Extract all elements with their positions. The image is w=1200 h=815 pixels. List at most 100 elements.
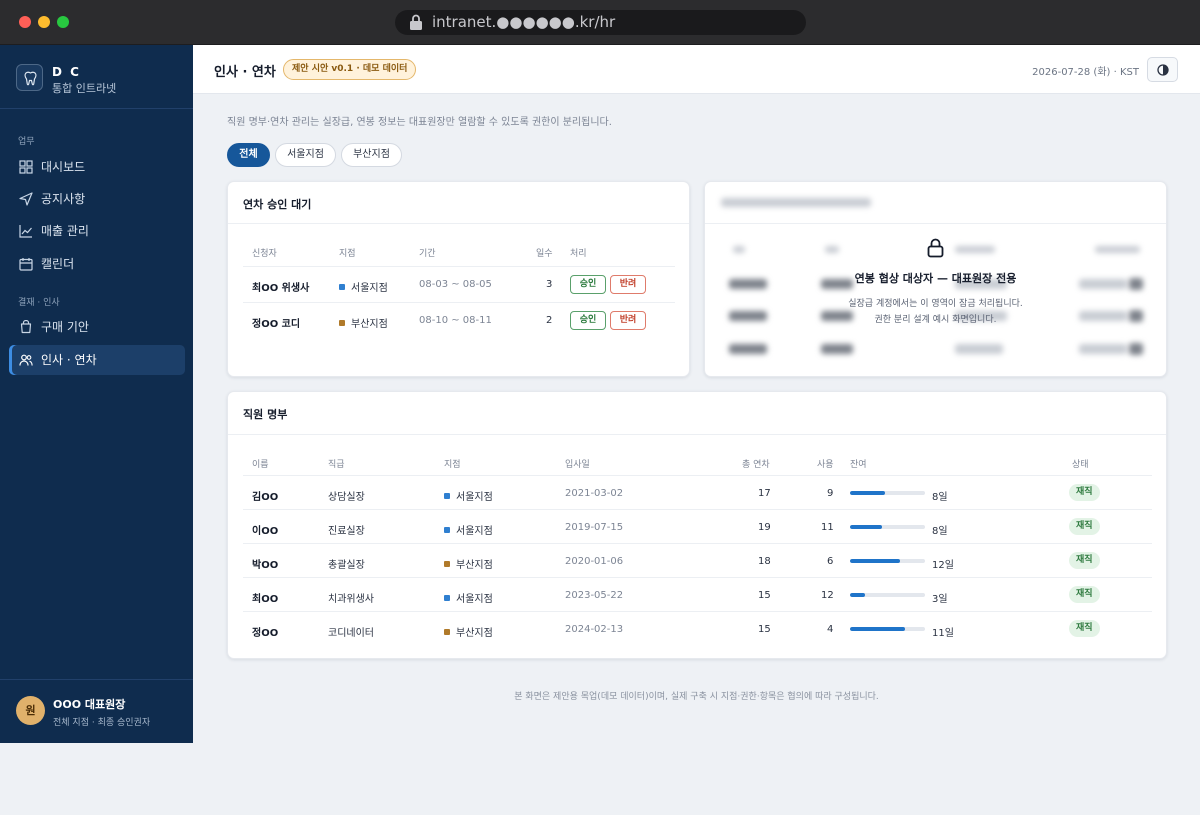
remaining-leave: 3일 [932,594,948,605]
branch-label: 서울지점 [456,526,493,537]
send-icon [19,192,33,206]
applicant-name: 최OO 위생사 [252,283,310,294]
branch-cell: 서울지점 [444,488,493,503]
users-icon [19,354,33,366]
user-name: OOO 대표원장 [53,698,126,711]
branch-label: 부산지점 [456,560,493,571]
column-header: 기간 [419,249,436,259]
lock-description-text: 권한 분리 설계 예시 화면입니다. [874,315,997,325]
sidebar-item-sales[interactable]: 매출 관리 [9,216,185,246]
lock-description: 권한 분리 설계 예시 화면입니다. [705,307,1166,326]
column-header: 입사일 [565,460,590,470]
brand-subtitle: 통합 인트라넷 [52,82,117,95]
staff-name: 이OO [252,526,279,537]
branch-marker [444,561,450,567]
branch-marker [339,320,345,326]
branch-label: 부산지점 [351,319,388,330]
status-badge: 재직 [1069,586,1100,603]
leave-approval-card: 연차 승인 대기 신청자 지점 기간 일수 처리 최OO 위생사 서울지점 08… [227,181,690,377]
used-leave: 6 [827,556,834,567]
lock-title-text: 연봉 협상 대상자 — 대표원장 전용 [854,272,1017,285]
section-label-approval-hr: 결재 · 인사 [18,298,60,308]
remaining-leave-bar [850,525,925,529]
approve-button[interactable]: 승인 [570,275,606,294]
calendar-icon [19,258,33,271]
cart-icon [20,320,32,334]
avatar[interactable]: 원 [16,696,45,725]
branch-label: 서울지점 [456,594,493,605]
blurred-cell [1079,344,1127,354]
hire-date: 2021-03-02 [565,488,624,499]
column-header: 총 연차 [742,460,770,470]
approve-button[interactable]: 승인 [570,311,606,330]
filter-busan[interactable]: 부산지점 [341,143,402,167]
remaining-leave: 8일 [932,492,948,503]
column-header: 처리 [570,249,587,259]
staff-name: 김OO [252,492,279,503]
total-leave: 19 [758,522,771,533]
card-title: 직원 명부 [243,408,288,421]
row-divider [243,509,1152,510]
branch-marker [444,493,450,499]
hire-date: 2023-05-22 [565,590,624,601]
contrast-icon [1157,64,1169,76]
total-leave: 18 [758,556,771,567]
remaining-leave-bar-fill [850,491,886,495]
status-badge: 재직 [1069,620,1100,637]
intro-text: 직원 명부·연차 관리는 실장급, 연봉 정보는 대표원장만 열람할 수 있도록… [227,117,612,128]
leave-period: 08-03 ~ 08-05 [419,279,492,290]
reject-button[interactable]: 반려 [610,311,646,330]
column-header: 일수 [536,249,553,259]
sidebar-item-purchase-draft[interactable]: 구매 기안 [9,312,185,342]
remaining-leave-bar-fill [850,525,882,529]
section-label-work: 업무 [18,137,35,147]
blurred-title [721,198,871,207]
minimize-window-button[interactable] [38,16,50,28]
remaining-leave-bar-fill [850,559,901,563]
branch-cell: 부산지점 [444,624,493,639]
tooth-logo-icon [16,64,43,91]
remaining-leave: 8일 [932,526,948,537]
column-header: 지점 [444,460,461,470]
sidebar-item-label: 캘린더 [41,257,75,271]
browser-window: intranet.●●●●●●.kr/hr D C 통합 인트라넷 업무 대시보… [0,0,1200,815]
row-divider [243,475,1152,476]
sidebar: D C 통합 인트라넷 업무 대시보드 공지사항 매출 관리 캘린더 결재 · … [0,45,193,743]
staff-name: 정OO [252,628,279,639]
remaining-leave-bar-fill [850,593,865,597]
sidebar-item-hr-leave[interactable]: 인사 · 연차 [9,345,185,375]
branch-cell: 부산지점 [444,556,493,571]
dashboard-icon [19,160,33,174]
sidebar-item-dashboard[interactable]: 대시보드 [9,152,185,182]
branch-cell: 서울지점 [444,590,493,605]
sidebar-item-notices[interactable]: 공지사항 [9,184,185,214]
address-bar[interactable]: intranet.●●●●●●.kr/hr [395,10,806,35]
sidebar-item-label: 매출 관리 [41,224,89,238]
lock-icon [927,238,944,258]
total-leave: 15 [758,590,771,601]
staff-directory-card: 직원 명부 이름 직급 지점 입사일 총 연차 사용 잔여 상태 김OO 상담실… [227,391,1167,659]
browser-titlebar: intranet.●●●●●●.kr/hr [0,0,1200,45]
sidebar-divider [0,679,193,680]
card-divider [228,434,1166,435]
maximize-window-button[interactable] [57,16,69,28]
blurred-header [733,246,745,253]
filter-seoul[interactable]: 서울지점 [275,143,336,167]
close-window-button[interactable] [19,16,31,28]
sidebar-divider [0,108,193,109]
reject-button[interactable]: 반려 [610,275,646,294]
column-header: 직급 [328,460,345,470]
filter-all[interactable]: 전체 [227,143,270,167]
status-badge: 재직 [1069,484,1100,501]
hire-date: 2019-07-15 [565,522,624,533]
sidebar-item-label: 공지사항 [41,192,86,206]
branch-marker [339,284,345,290]
remaining-leave-bar [850,627,925,631]
footer-note: 본 화면은 제안용 목업(데모 데이터)이며, 실제 구축 시 지점·권한·항목… [514,692,879,702]
remaining-leave-bar-fill [850,627,905,631]
row-divider [243,577,1152,578]
theme-toggle-button[interactable] [1147,57,1178,82]
branch-label: 서울지점 [351,283,388,294]
sidebar-item-calendar[interactable]: 캘린더 [9,249,185,279]
used-leave: 4 [827,624,834,635]
